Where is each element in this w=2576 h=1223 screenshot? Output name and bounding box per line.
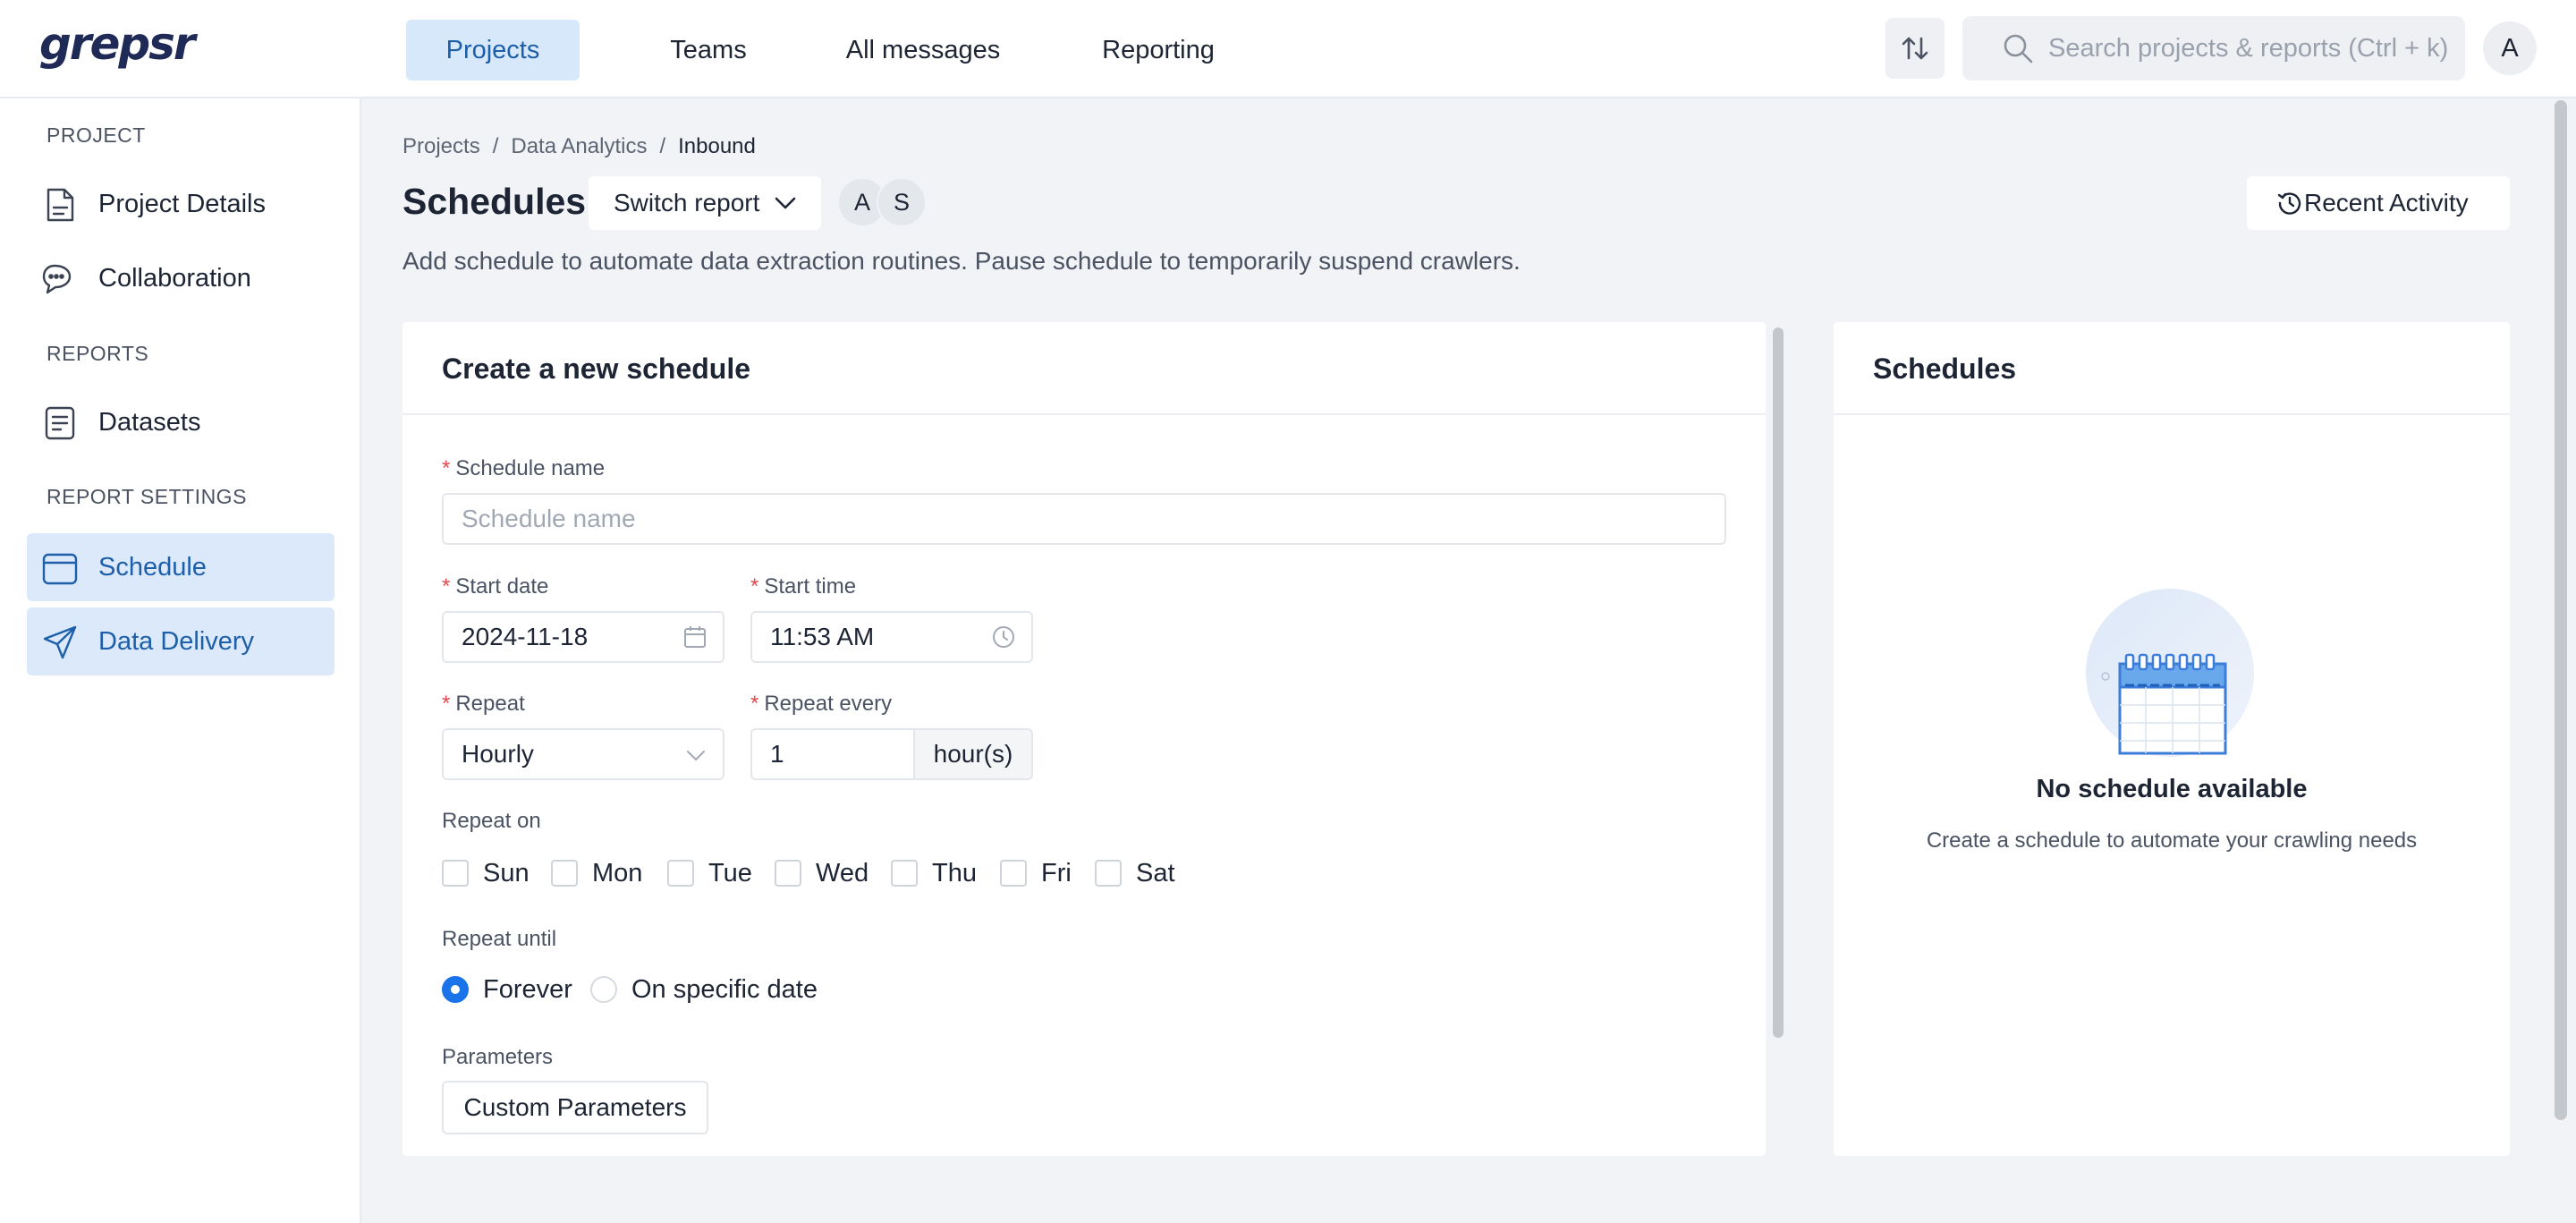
sidebar-item-data-delivery[interactable]: Data Delivery (27, 607, 335, 675)
repeat-every-input[interactable]: 1 (750, 728, 915, 780)
document-icon (47, 188, 74, 222)
calendar-icon (684, 626, 706, 648)
repeat-select-value: Hourly (462, 740, 534, 768)
day-checkbox-thu[interactable]: Thu (891, 859, 977, 888)
page-title: Schedules (402, 181, 587, 222)
switch-report-label: Switch report (614, 189, 760, 217)
start-time-value: 11:53 AM (770, 623, 875, 650)
empty-calendar-illustration (2086, 589, 2254, 757)
sidebar-item-schedule[interactable]: Schedule (27, 533, 335, 601)
schedule-name-label: * Schedule name (442, 456, 606, 480)
start-time-label: * Start time (750, 574, 857, 599)
page-description: Add schedule to automate data extraction… (402, 247, 1521, 275)
repeat-until-forever-radio[interactable]: Forever (442, 975, 572, 1004)
repeat-select[interactable]: Hourly (442, 728, 724, 780)
grepsr-logo[interactable]: grepsr (39, 18, 196, 70)
day-checkbox-tue[interactable]: Tue (667, 859, 752, 888)
nav-all-messages[interactable]: All messages (823, 20, 1023, 81)
sort-arrows-icon (1902, 37, 1928, 60)
sidebar-item-label: Project Details (98, 190, 266, 218)
schedules-panel-title: Schedules (1873, 352, 2017, 385)
sidebar-item-project-details[interactable]: Project Details (27, 170, 335, 238)
empty-state-title: No schedule available (2036, 775, 2308, 803)
start-date-picker[interactable]: 2024-11-18 (442, 611, 724, 663)
nav-teams[interactable]: Teams (637, 20, 780, 81)
page-scrollbar[interactable] (2555, 100, 2567, 1120)
day-checkbox-wed[interactable]: Wed (775, 859, 869, 888)
sidebar-section-report-settings: REPORT SETTINGS (47, 485, 247, 508)
sidebar-item-label: Collaboration (98, 264, 251, 293)
custom-parameters-button[interactable]: Custom Parameters (442, 1081, 708, 1134)
repeat-every-label: * Repeat every (750, 692, 893, 716)
recent-activity-button[interactable]: Recent Activity (2247, 176, 2510, 230)
breadcrumb-data-analytics[interactable]: Data Analytics (511, 134, 647, 158)
start-time-picker[interactable]: 11:53 AM (750, 611, 1033, 663)
clock-icon (993, 626, 1014, 648)
sidebar-section-project: PROJECT (47, 123, 146, 147)
repeat-until-specific-date-radio[interactable]: On specific date (590, 975, 818, 1004)
calendar-icon (42, 553, 78, 585)
sidebar: PROJECT Project Details Collaboration RE… (0, 98, 361, 1223)
breadcrumb: Projects / Data Analytics / Inbound (402, 134, 756, 158)
form-scrollbar[interactable] (1773, 327, 1784, 1038)
breadcrumb-current: Inbound (678, 134, 756, 158)
breadcrumb-projects[interactable]: Projects (402, 134, 480, 158)
recent-activity-label: Recent Activity (2304, 189, 2469, 217)
top-navbar: grepsr Projects Teams All messages Repor… (0, 0, 2576, 98)
sidebar-item-label: Datasets (98, 408, 201, 437)
empty-state-subtitle: Create a schedule to automate your crawl… (1926, 828, 2418, 853)
search-input[interactable] (2048, 16, 2451, 81)
repeat-until-label: Repeat until (442, 927, 557, 951)
schedule-name-input[interactable]: Schedule name (442, 493, 1726, 545)
send-icon (43, 625, 77, 659)
day-checkbox-sat[interactable]: Sat (1095, 859, 1175, 888)
card-title: Create a new schedule (442, 352, 751, 385)
sidebar-item-datasets[interactable]: Datasets (27, 388, 335, 456)
collaborator-avatar[interactable]: S (877, 177, 927, 227)
nav-projects[interactable]: Projects (406, 20, 580, 81)
repeat-label: * Repeat (442, 692, 525, 716)
sidebar-item-label: Schedule (98, 553, 207, 582)
switch-report-dropdown[interactable]: Switch report (589, 176, 821, 230)
day-checkbox-fri[interactable]: Fri (1000, 859, 1072, 888)
day-checkbox-sun[interactable]: Sun (442, 859, 530, 888)
global-search[interactable] (1962, 16, 2465, 81)
chevron-down-icon (687, 751, 705, 760)
sidebar-section-reports: REPORTS (47, 342, 149, 365)
start-date-label: * Start date (442, 574, 549, 599)
day-checkbox-mon[interactable]: Mon (551, 859, 642, 888)
sidebar-item-collaboration[interactable]: Collaboration (27, 244, 335, 312)
card-header: Schedules (1834, 322, 2510, 415)
repeat-every-unit: hour(s) (913, 728, 1033, 780)
search-icon (2004, 34, 2033, 64)
sidebar-item-label: Data Delivery (98, 627, 255, 656)
repeat-on-label: Repeat on (442, 809, 541, 833)
chevron-down-icon (775, 197, 796, 209)
sort-toggle-button[interactable] (1885, 18, 1945, 79)
card-header: Create a new schedule (402, 322, 1766, 415)
start-date-value: 2024-11-18 (462, 623, 589, 650)
user-avatar[interactable]: A (2483, 21, 2537, 75)
parameters-label: Parameters (442, 1045, 554, 1069)
history-icon (2277, 192, 2301, 215)
list-doc-icon (45, 406, 75, 440)
nav-reporting[interactable]: Reporting (1073, 20, 1243, 81)
chat-icon (42, 264, 72, 294)
